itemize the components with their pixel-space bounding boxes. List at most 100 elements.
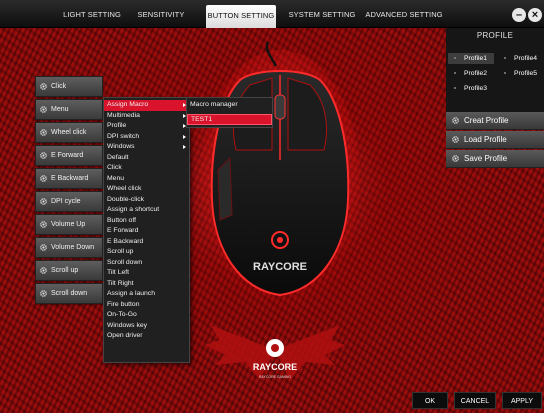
app-window: LIGHT SETTING SENSITIVITY BUTTON SETTING… xyxy=(0,0,544,413)
submenu-item-test1[interactable]: TEST1 xyxy=(187,114,272,125)
bullet-icon xyxy=(504,57,506,59)
assign-button-e-forward[interactable]: E Forward xyxy=(35,145,103,166)
menu-item-assign-launch[interactable]: Assign a launch xyxy=(104,289,189,300)
assign-button-label: E Forward xyxy=(51,152,84,159)
tab-button-setting[interactable]: BUTTON SETTING xyxy=(206,5,276,28)
menu-item-dpi-switch[interactable]: DPI switch xyxy=(104,132,189,143)
mouse-brand-text: RAYCORE xyxy=(253,261,307,273)
menu-item-windows-key[interactable]: Windows key xyxy=(104,321,189,332)
menu-item-profile[interactable]: Profile xyxy=(104,121,189,132)
assign-button-label: Wheel click xyxy=(51,129,87,136)
gear-icon xyxy=(40,83,47,90)
bullet-icon xyxy=(454,57,456,59)
assign-button-e-backward[interactable]: E Backward xyxy=(35,168,103,189)
mouse-illustration: RAYCORE xyxy=(200,41,360,310)
tab-system-setting[interactable]: SYSTEM SETTING xyxy=(285,0,359,28)
profile-item-1[interactable]: Profile1 xyxy=(448,53,494,64)
gear-icon xyxy=(452,155,459,162)
menu-item-assign-macro[interactable]: Assign Macro xyxy=(104,100,189,111)
profile-item-4[interactable]: Profile4 xyxy=(498,53,542,64)
profile-item-3[interactable]: Profile3 xyxy=(448,83,494,94)
menu-item-tilt-left[interactable]: Tilt Left xyxy=(104,268,189,279)
gear-icon xyxy=(40,106,47,113)
profile-item-label: Profile4 xyxy=(514,55,538,62)
assign-button-wheel-click[interactable]: Wheel click xyxy=(35,122,103,143)
gear-icon xyxy=(40,221,47,228)
menu-item-click[interactable]: Click xyxy=(104,163,189,174)
menu-item-label: Profile xyxy=(107,122,127,129)
profile-item-5[interactable]: Profile5 xyxy=(498,68,542,79)
menu-item-label: Assign Macro xyxy=(107,101,149,108)
menu-item-on-to-go[interactable]: On-To-Go xyxy=(104,310,189,321)
bullet-icon xyxy=(454,87,456,89)
profile-actions: Creat Profile Load Profile Save Profile xyxy=(446,112,544,186)
create-profile-label: Creat Profile xyxy=(464,116,509,125)
load-profile-label: Load Profile xyxy=(464,135,507,144)
profile-item-label: Profile2 xyxy=(464,70,488,77)
submenu-item-macro-manager[interactable]: Macro manager xyxy=(187,100,272,111)
load-profile-button[interactable]: Load Profile xyxy=(446,131,544,149)
minimize-button[interactable]: – xyxy=(512,8,526,22)
assign-button-scroll-up[interactable]: Scroll up xyxy=(35,260,103,281)
create-profile-button[interactable]: Creat Profile xyxy=(446,112,544,130)
tab-advanced-setting[interactable]: ADVANCED SETTING xyxy=(362,0,446,28)
bullet-icon xyxy=(504,72,506,74)
tab-light-setting[interactable]: LIGHT SETTING xyxy=(52,0,132,28)
menu-item-tilt-right[interactable]: Tilt Right xyxy=(104,279,189,290)
close-button[interactable]: × xyxy=(528,8,542,22)
assign-button-click[interactable]: Click xyxy=(35,76,103,97)
raycore-logo: RAYCORE RAYCORE GAMING xyxy=(205,325,345,380)
menu-item-e-backward[interactable]: E Backward xyxy=(104,237,189,248)
assign-button-label: E Backward xyxy=(51,175,89,182)
top-tab-bar: LIGHT SETTING SENSITIVITY BUTTON SETTING… xyxy=(0,0,544,28)
assign-button-label: Scroll up xyxy=(51,267,79,274)
assign-button-label: Scroll down xyxy=(51,290,88,297)
chevron-right-icon xyxy=(183,145,186,149)
gear-icon xyxy=(40,244,47,251)
assign-button-volume-down[interactable]: Volume Down xyxy=(35,237,103,258)
logo-brand-text: RAYCORE xyxy=(253,362,297,372)
bullet-icon xyxy=(454,72,456,74)
gear-icon xyxy=(452,117,459,124)
gear-icon xyxy=(40,198,47,205)
menu-item-fire-button[interactable]: Fire button xyxy=(104,300,189,311)
menu-item-label: Multimedia xyxy=(107,111,140,119)
gear-icon xyxy=(40,290,47,297)
menu-item-default[interactable]: Default xyxy=(104,153,189,164)
menu-item-double-click[interactable]: Double-click xyxy=(104,195,189,206)
menu-item-windows[interactable]: Windows xyxy=(104,142,189,153)
cancel-button[interactable]: CANCEL xyxy=(454,392,496,409)
assign-button-label: Menu xyxy=(51,106,69,113)
menu-item-scroll-down[interactable]: Scroll down xyxy=(104,258,189,269)
save-profile-label: Save Profile xyxy=(464,154,508,163)
tab-sensitivity[interactable]: SENSITIVITY xyxy=(128,0,194,28)
menu-item-open-driver[interactable]: Open driver xyxy=(104,331,189,342)
gear-icon xyxy=(40,129,47,136)
menu-item-multimedia[interactable]: Multimedia xyxy=(104,111,189,122)
menu-item-label: Windows xyxy=(107,143,135,150)
save-profile-button[interactable]: Save Profile xyxy=(446,150,544,168)
profile-item-label: Profile5 xyxy=(514,70,538,77)
menu-item-assign-shortcut[interactable]: Assign a shortcut xyxy=(104,205,189,216)
chevron-right-icon xyxy=(183,134,186,139)
profile-item-2[interactable]: Profile2 xyxy=(448,68,494,79)
gear-icon xyxy=(40,175,47,182)
gear-icon xyxy=(40,152,47,159)
profile-panel: PROFILE Profile1 Profile4 Profile2 Profi… xyxy=(446,28,544,112)
assign-button-dpi-cycle[interactable]: DPI cycle xyxy=(35,191,103,212)
assign-button-menu[interactable]: Menu xyxy=(35,99,103,120)
apply-button[interactable]: APPLY xyxy=(502,392,542,409)
assign-button-volume-up[interactable]: Volume Up xyxy=(35,214,103,235)
action-dropdown-menu: Assign Macro Multimedia Profile DPI swit… xyxy=(103,97,190,363)
assign-button-scroll-down[interactable]: Scroll down xyxy=(35,283,103,304)
macro-submenu: Macro manager TEST1 xyxy=(186,97,273,128)
menu-item-wheel-click[interactable]: Wheel click xyxy=(104,184,189,195)
menu-item-scroll-up[interactable]: Scroll up xyxy=(104,247,189,258)
menu-item-button-off[interactable]: Button off xyxy=(104,216,189,227)
ok-button[interactable]: OK xyxy=(412,392,448,409)
menu-item-e-forward[interactable]: E Forward xyxy=(104,226,189,237)
profile-item-label: Profile3 xyxy=(464,85,488,92)
menu-item-menu[interactable]: Menu xyxy=(104,174,189,185)
profile-title: PROFILE xyxy=(476,31,514,40)
profile-item-label: Profile1 xyxy=(464,55,488,62)
